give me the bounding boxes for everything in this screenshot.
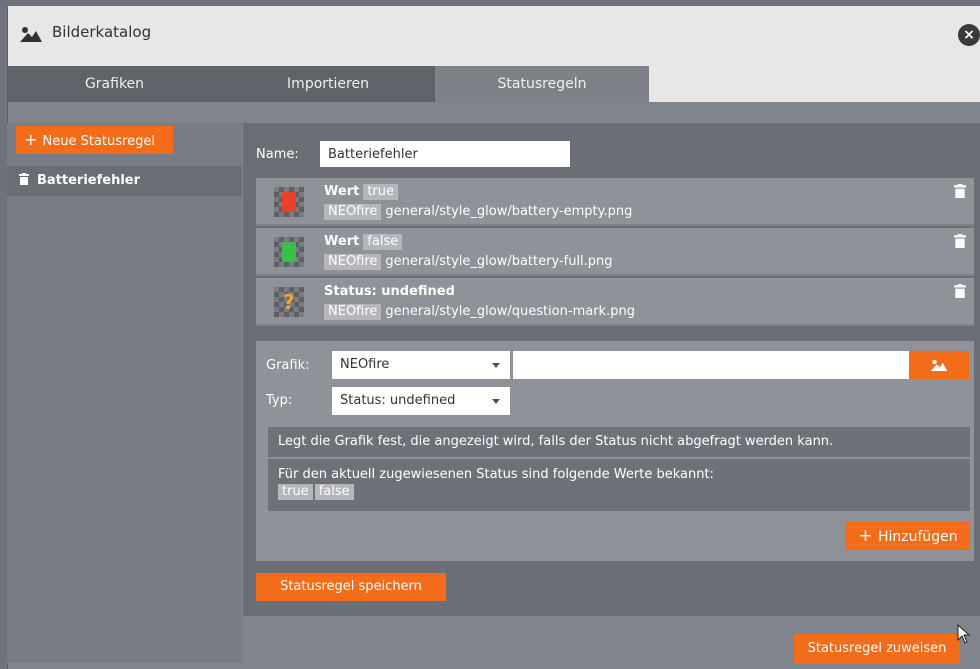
mouse-cursor-icon [957, 624, 971, 644]
source-badge: NEOfire [324, 304, 382, 320]
chevron-down-icon [492, 363, 500, 368]
image-icon [20, 27, 42, 42]
source-badge: NEOfire [324, 204, 382, 220]
known-values-box: Für den aktuell zugewiesenen Status sind… [268, 459, 970, 511]
new-rule-label: Neue Statusregel [42, 134, 155, 149]
known-values-text: Für den aktuell zugewiesenen Status sind… [278, 467, 714, 482]
chevron-down-icon [492, 399, 500, 404]
rule-title: Wert [324, 234, 360, 249]
grafik-select-value: NEOfire [340, 357, 390, 372]
rule-row[interactable]: ? Status: undefined NEOfire general/style… [256, 278, 974, 326]
choose-image-button[interactable] [909, 351, 969, 379]
image-path: general/style_glow/battery-empty.png [385, 204, 633, 219]
rule-title: Status: undefined [324, 284, 455, 299]
trash-icon[interactable] [954, 284, 966, 298]
tab-grafiken[interactable]: Grafiken [8, 66, 221, 102]
new-rule-button[interactable]: + Neue Statusregel [16, 126, 173, 154]
typ-select[interactable]: Status: undefined [332, 387, 510, 415]
grafik-label: Grafik: [266, 358, 310, 373]
rule-row[interactable]: Wert true NEOfire general/style_glow/batte… [256, 178, 974, 226]
rule-title: Wert [324, 184, 360, 199]
sidebar [7, 123, 242, 663]
sidebar-item-label: Batteriefehler [37, 173, 141, 188]
battery-full-thumbnail [274, 237, 304, 267]
value-badge: false [363, 234, 403, 250]
add-label: Hinzufügen [877, 529, 958, 545]
image-path: general/style_glow/battery-full.png [385, 254, 613, 269]
typ-label: Typ: [266, 393, 293, 408]
image-path: general/style_glow/question-mark.png [385, 304, 635, 319]
question-mark-thumbnail: ? [274, 287, 304, 317]
trash-icon[interactable] [954, 184, 966, 198]
battery-empty-thumbnail [274, 187, 304, 217]
title-bar: Bilderkatalog × [8, 6, 980, 66]
window-title: Bilderkatalog [52, 23, 152, 41]
save-rule-button[interactable]: Statusregel speichern [256, 573, 446, 601]
close-button[interactable]: × [958, 24, 980, 46]
source-badge: NEOfire [324, 254, 382, 270]
trash-icon [19, 173, 29, 185]
typ-select-value: Status: undefined [340, 393, 456, 408]
known-value-badge: true [278, 484, 313, 500]
known-value-badge: false [314, 484, 354, 500]
grafik-select[interactable]: NEOfire [332, 351, 510, 379]
plus-icon: + [24, 130, 43, 149]
assign-rule-button[interactable]: Statusregel zuweisen [794, 634, 960, 664]
value-badge: true [363, 184, 399, 200]
name-input[interactable] [320, 141, 570, 167]
name-label: Name: [256, 147, 299, 162]
tab-importieren[interactable]: Importieren [221, 66, 435, 102]
rule-row[interactable]: Wert false NEOfire general/style_glow/batt… [256, 228, 974, 276]
sidebar-item-batteriefehler[interactable]: Batteriefehler [7, 166, 242, 196]
add-button[interactable]: + Hinzufügen [846, 522, 970, 550]
trash-icon[interactable] [954, 234, 966, 248]
tab-bar: Grafiken Importieren Statusregeln [8, 66, 980, 102]
info-text: Legt die Grafik fest, die angezeigt wird… [268, 427, 970, 457]
image-icon [930, 359, 948, 371]
plus-icon: + [858, 526, 878, 546]
tab-statusregeln[interactable]: Statusregeln [435, 66, 649, 102]
image-path-input[interactable] [513, 351, 911, 379]
